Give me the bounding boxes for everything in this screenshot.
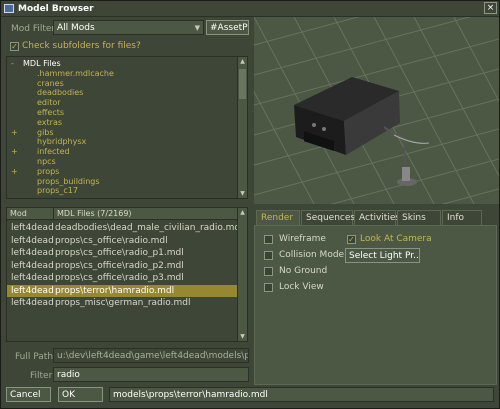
selected-model-path-field[interactable]: models\props\terror\hamradio.mdl xyxy=(109,387,494,402)
tree-item-label: MDL Files xyxy=(23,59,61,68)
collision-model-checkbox[interactable] xyxy=(264,251,273,260)
no-ground-label: No Ground xyxy=(279,266,328,276)
tree-item-label: editor xyxy=(37,98,61,108)
render-tab-content: Wireframe ✓ Look At Camera Collision Mod… xyxy=(254,225,497,385)
scroll-up-icon[interactable]: ▲ xyxy=(238,57,247,66)
no-ground-checkbox[interactable] xyxy=(264,267,273,276)
file-list-scrollbar[interactable]: ▲ ▼ xyxy=(237,208,247,341)
chevron-down-icon: ▼ xyxy=(194,24,200,32)
mod-filter-label: Mod Filter xyxy=(11,24,56,34)
row-file-cell: props\cs_office\radio_p1.mdl xyxy=(55,248,184,258)
row-file-cell: props\cs_office\radio_p3.mdl xyxy=(55,273,184,283)
model-preview xyxy=(254,17,499,204)
lock-view-label: Lock View xyxy=(279,282,324,292)
model-browser-window: Model Browser × Mod Filter All Mods ▼ #A… xyxy=(0,0,500,409)
scroll-down-icon[interactable]: ▼ xyxy=(238,189,247,198)
check-subfolders-label: Check subfolders for files? xyxy=(22,41,141,51)
close-icon: × xyxy=(486,3,495,13)
row-mod-cell: left4dead xyxy=(11,260,54,271)
table-row[interactable]: left4dead props\cs_office\radio_p2.mdl xyxy=(7,260,238,272)
tree-item-label: hybridphysx xyxy=(37,137,87,147)
row-mod-cell: left4dead xyxy=(11,273,54,283)
row-file-cell: deadbodies\dead_male_civilian_radio.mdl xyxy=(55,223,243,233)
checkmark-icon: ✓ xyxy=(11,42,18,51)
tree-item-label: props_c17 xyxy=(37,186,78,196)
tree-item-label: cranes xyxy=(37,78,64,88)
table-row[interactable]: left4dead props\cs_office\radio_p1.mdl xyxy=(7,247,238,259)
filter-label: Filter xyxy=(30,371,53,381)
tree-item-label: props_buildings xyxy=(37,176,100,186)
column-header-mdl-files[interactable]: MDL Files (7/2169) xyxy=(53,208,239,220)
select-light-button[interactable]: Select Light Pr... xyxy=(345,248,420,263)
row-mod-cell: left4dead xyxy=(11,248,54,258)
table-row[interactable]: left4dead deadbodies\dead_male_civilian_r… xyxy=(7,222,243,234)
wireframe-checkbox[interactable] xyxy=(264,235,273,244)
expand-icon[interactable]: + xyxy=(11,128,18,138)
full-path-field[interactable]: u:\dev\left4dead\game\left4dead\models\p… xyxy=(53,348,249,363)
row-mod-cell: left4dead xyxy=(11,298,54,308)
tree-item-label: props xyxy=(37,166,60,176)
tab-activities[interactable]: Activities xyxy=(354,210,400,225)
scroll-down-icon[interactable]: ▼ xyxy=(238,332,247,341)
cancel-button[interactable]: Cancel xyxy=(6,387,51,402)
tree-item-label: extras xyxy=(37,117,63,127)
tab-info[interactable]: Info xyxy=(442,210,482,225)
look-at-camera-checkbox[interactable]: ✓ xyxy=(347,235,356,244)
wireframe-label: Wireframe xyxy=(279,234,326,244)
table-row[interactable]: left4dead props\terror\hamradio.mdl xyxy=(7,284,238,297)
expand-icon[interactable]: + xyxy=(11,167,18,177)
properties-panel: Render Sequences Activities Skins Info Wiref… xyxy=(254,210,499,385)
scroll-up-icon[interactable]: ▲ xyxy=(238,208,247,217)
row-file-cell: props\terror\hamradio.mdl xyxy=(55,285,175,296)
tab-skins[interactable]: Skins xyxy=(397,210,441,225)
tree-item-label: npcs xyxy=(37,157,56,166)
row-mod-cell: left4dead xyxy=(11,223,54,233)
row-file-cell: props\cs_office\radio.mdl xyxy=(55,235,168,246)
checkmark-icon: ✓ xyxy=(348,235,355,244)
table-row[interactable]: left4dead props\cs_office\radio_p3.mdl xyxy=(7,272,238,284)
mod-filter-value: All Mods xyxy=(57,23,95,33)
collision-model-label: Collision Model xyxy=(279,250,347,260)
title-bar[interactable]: Model Browser × xyxy=(1,1,499,17)
tree-item-label: gibs xyxy=(37,127,54,137)
full-path-label: Full Path xyxy=(15,352,54,362)
tree-item-label: infected xyxy=(37,147,70,157)
tree-scrollbar[interactable]: ▲ ▼ xyxy=(237,57,247,198)
check-subfolders-checkbox[interactable]: ✓ xyxy=(10,42,19,51)
window-title: Model Browser xyxy=(18,3,94,14)
table-row[interactable]: left4dead props_misc\german_radio.mdl xyxy=(7,297,238,309)
tree-item-label: .hammer.mdlcache xyxy=(37,68,114,78)
lock-view-checkbox[interactable] xyxy=(264,283,273,292)
asset-picker-button[interactable]: #AssetPi... xyxy=(206,20,249,35)
row-mod-cell: left4dead xyxy=(11,285,54,296)
row-mod-cell: left4dead xyxy=(11,235,54,246)
window-app-icon xyxy=(4,4,14,13)
collapse-icon[interactable]: - xyxy=(11,59,14,69)
expand-icon[interactable]: + xyxy=(11,147,18,157)
ok-button[interactable]: OK xyxy=(58,387,103,402)
tab-sequences[interactable]: Sequences xyxy=(301,210,355,225)
tab-render[interactable]: Render xyxy=(256,210,300,226)
folder-tree[interactable]: - MDL Files .hammer.mdlcache cranes deadbodi… xyxy=(6,56,248,199)
model-3d-viewport[interactable] xyxy=(254,17,499,204)
filter-input[interactable]: radio xyxy=(53,367,249,382)
tree-item-label: effects xyxy=(37,108,65,117)
table-row[interactable]: left4dead props\cs_office\radio.mdl xyxy=(7,235,238,247)
close-button[interactable]: × xyxy=(484,2,497,14)
row-file-cell: props\cs_office\radio_p2.mdl xyxy=(55,260,184,271)
tree-item-label: deadbodies xyxy=(37,88,84,98)
file-list[interactable]: Mod MDL Files (7/2169) left4dead deadbodi… xyxy=(6,207,248,342)
look-at-camera-label: Look At Camera xyxy=(360,234,432,244)
column-header-mod[interactable]: Mod xyxy=(7,208,53,220)
row-file-cell: props_misc\german_radio.mdl xyxy=(55,298,191,308)
mod-filter-dropdown[interactable]: All Mods ▼ xyxy=(53,20,204,35)
scroll-thumb[interactable] xyxy=(239,69,246,99)
